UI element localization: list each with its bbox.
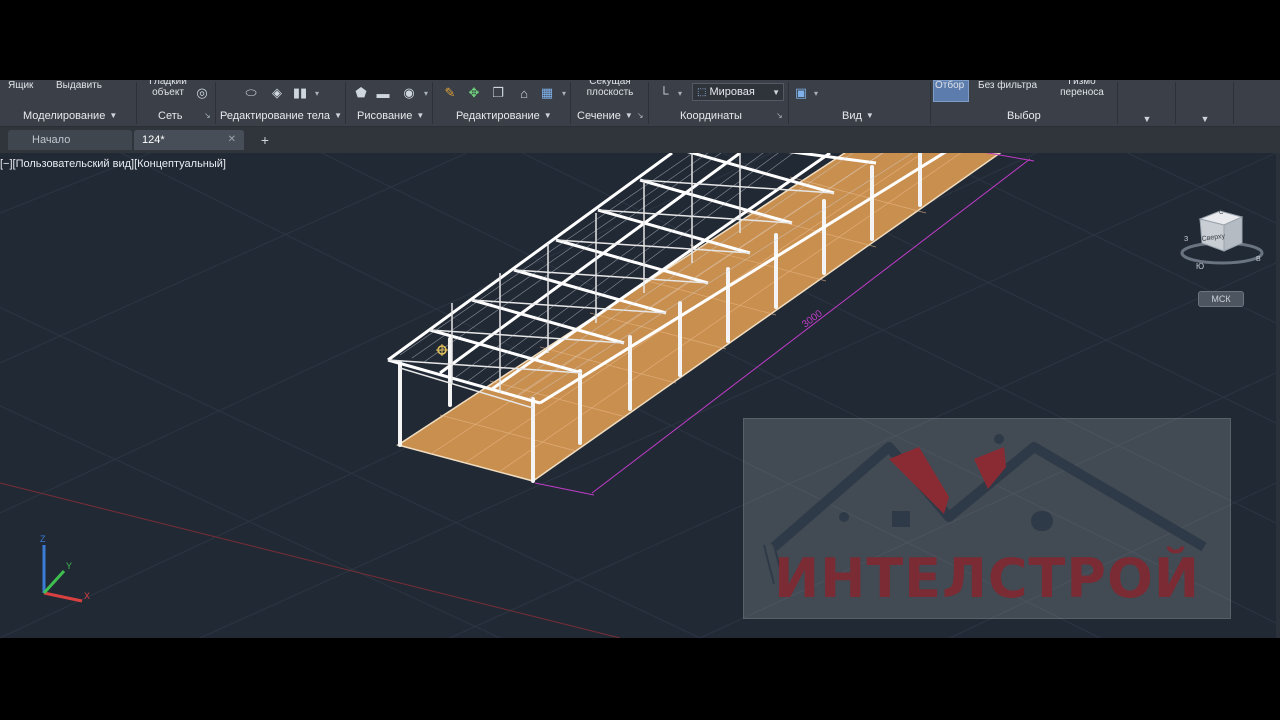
panel-coordinates[interactable]: Координаты: [680, 108, 742, 124]
rectangle-icon[interactable]: ▬: [374, 84, 392, 102]
ucs-y-label: Y: [66, 561, 72, 571]
panel-mesh-expand[interactable]: ↘: [204, 108, 211, 124]
tab-drawing-label: 124*: [142, 134, 165, 146]
compass-north: С: [1219, 210, 1224, 216]
panel-section[interactable]: Сечение ▼ ↘: [577, 108, 644, 124]
panel-modeling-label: Моделирование: [23, 110, 106, 122]
ribbon-separator: [1117, 82, 1118, 124]
chevron-down-icon: ▼: [865, 111, 874, 120]
ucs-icon[interactable]: └: [655, 84, 673, 102]
move-gizmo-label[interactable]: Гизмо переноса: [1058, 80, 1106, 98]
tab-start-label: Начало: [32, 134, 71, 146]
viewport-config-icon[interactable]: ▣: [792, 84, 810, 102]
panel-draw[interactable]: Рисование ▼: [357, 108, 424, 124]
separate-icon[interactable]: ▮▮: [291, 84, 309, 102]
panel-edit[interactable]: Редактирование ▼: [456, 108, 552, 124]
solid-edit-dropdown-icon[interactable]: ▾: [313, 84, 321, 102]
logo-text: ИНТЕЛСТРОЙ: [773, 547, 1201, 610]
chevron-down-icon: ▼: [109, 111, 118, 120]
panel-mesh[interactable]: Сеть: [158, 108, 182, 124]
chevron-down-icon: ▼: [543, 111, 552, 120]
viewport-controls-label[interactable]: [−][Пользовательский вид][Концептуальный…: [0, 158, 226, 170]
file-tabs: Начало 124* ✕ +: [0, 127, 1280, 153]
move-gizmo-icon[interactable]: ✥: [465, 84, 483, 102]
ribbon-separator: [432, 82, 433, 124]
draw-dropdown-icon[interactable]: ▾: [422, 84, 430, 102]
ribbon-separator: [648, 82, 649, 124]
copy-icon[interactable]: ❐: [489, 84, 507, 102]
compass-east: В: [1256, 256, 1261, 263]
chevron-down-icon[interactable]: ▼: [1177, 108, 1233, 124]
circle-icon[interactable]: ◉: [400, 84, 418, 102]
ucs-z-label: Z: [40, 534, 46, 544]
array-icon[interactable]: ▦: [538, 84, 556, 102]
panel-modeling[interactable]: Моделирование ▼: [23, 108, 117, 124]
panel-solid-edit[interactable]: Редактирование тела ▼: [220, 108, 342, 124]
chevron-down-icon: ▼: [416, 111, 425, 120]
panel-view-label: Вид: [842, 110, 862, 122]
chevron-down-icon: ▼: [772, 87, 780, 97]
ribbon-separator: [788, 82, 789, 124]
close-icon[interactable]: ✕: [228, 130, 236, 150]
compass-south: Ю: [1196, 262, 1204, 271]
ribbon-separator: [1175, 82, 1176, 124]
coordinate-system-combo[interactable]: ⬚ Мировая ▼: [692, 83, 784, 101]
culling-label[interactable]: Отбор: [935, 80, 964, 91]
smooth-object-label[interactable]: Гладкий объект: [146, 80, 190, 98]
ribbon-separator: [930, 82, 931, 124]
dialog-launcher-icon: ↘: [204, 111, 211, 120]
panel-coordinates-expand[interactable]: ↘: [776, 108, 783, 124]
polygon-icon[interactable]: ⬟: [352, 84, 370, 102]
tab-drawing[interactable]: 124* ✕: [134, 130, 244, 150]
dialog-launcher-icon: ↘: [636, 111, 644, 120]
extrude-tool-label[interactable]: Выдавить: [56, 80, 102, 91]
tab-start[interactable]: Начало: [8, 130, 132, 150]
panel-selection-label: Выбор: [1007, 110, 1041, 122]
chevron-down-icon: ▼: [334, 111, 342, 120]
cursor-icon: [436, 344, 448, 356]
panel-view[interactable]: Вид ▼: [842, 108, 874, 124]
panel-selection[interactable]: Выбор: [1007, 108, 1041, 124]
ribbon-separator: [136, 82, 137, 124]
ribbon-separator: [1233, 82, 1234, 124]
ribbon-separator: [570, 82, 571, 124]
section-plane-label[interactable]: Секущая плоскость: [584, 80, 636, 98]
chevron-down-icon: ▼: [624, 111, 633, 120]
ribbon-separator: [215, 82, 216, 124]
company-logo-watermark: ИНТЕЛСТРОЙ: [743, 418, 1231, 619]
pencil-icon[interactable]: ✎: [441, 84, 459, 102]
coordinate-combo-value: Мировая: [709, 86, 755, 98]
smooth-mesh-icon[interactable]: ◎: [193, 84, 211, 102]
no-filter-label[interactable]: Без фильтра: [978, 80, 1037, 91]
panel-coordinates-label: Координаты: [680, 110, 742, 122]
panel-edit-label: Редактирование: [456, 110, 540, 122]
world-icon: ⬚: [697, 86, 707, 98]
dimension-text[interactable]: 3000: [800, 308, 825, 330]
ribbon: Ящик Выдавить Гладкий объект ◎ ⬭ ◈ ▮▮ ▾ …: [0, 80, 1280, 127]
new-tab-button[interactable]: +: [256, 132, 274, 148]
align-icon[interactable]: ⌂: [515, 84, 533, 102]
ribbon-separator: [345, 82, 346, 124]
compass-west: З: [1184, 236, 1188, 243]
panel-draw-label: Рисование: [357, 110, 413, 122]
panel-section-label: Сечение: [577, 110, 621, 122]
wcs-button[interactable]: МСК: [1198, 291, 1244, 307]
ucs-x-label: X: [84, 591, 90, 601]
autocad-window: Ящик Выдавить Гладкий объект ◎ ⬭ ◈ ▮▮ ▾ …: [0, 80, 1280, 638]
extract-edges-icon[interactable]: ◈: [268, 84, 286, 102]
union-icon[interactable]: ⬭: [242, 84, 260, 102]
edit-dropdown-icon[interactable]: ▾: [560, 84, 568, 102]
dialog-launcher-icon: ↘: [776, 111, 783, 120]
panel-solid-edit-label: Редактирование тела: [220, 110, 331, 122]
chevron-down-icon[interactable]: ▼: [1119, 108, 1175, 124]
view-dropdown-icon[interactable]: ▾: [812, 84, 820, 102]
drawing-viewport[interactable]: 3000 [−][Пользовательский вид][Концептуа…: [0, 153, 1280, 638]
viewcube[interactable]: Сверху С Ю З В: [1172, 205, 1272, 275]
ucs-icon: Z Y X: [40, 534, 90, 603]
box-tool-label[interactable]: Ящик: [8, 80, 33, 91]
panel-mesh-label: Сеть: [158, 110, 183, 122]
ucs-dropdown-icon[interactable]: ▾: [676, 84, 684, 102]
